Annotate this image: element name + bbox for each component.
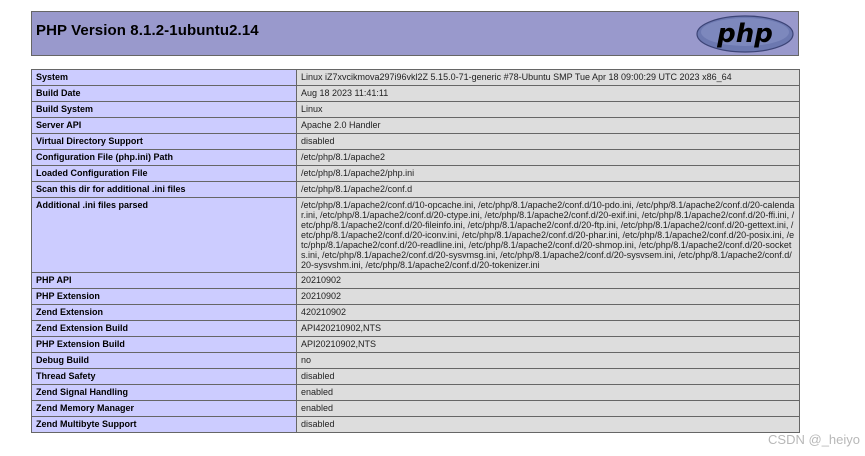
row-key: Scan this dir for additional .ini files [31, 181, 297, 198]
row-key: Configuration File (php.ini) Path [31, 149, 297, 166]
row-key: Build Date [31, 85, 297, 102]
row-value: disabled [296, 368, 800, 385]
table-row: PHP Extension Build API20210902,NTS [31, 336, 800, 353]
row-key: Additional .ini files parsed [31, 197, 297, 273]
info-table: System Linux iZ7xvcikmova297i96vkl2Z 5.15… [31, 69, 800, 433]
table-row: Additional .ini files parsed/etc/php/8.1… [31, 197, 800, 273]
row-value: API20210902,NTS [296, 336, 800, 353]
row-key: Loaded Configuration File [31, 165, 297, 182]
row-key: Zend Extension Build [31, 320, 297, 337]
row-key: Zend Multibyte Support [31, 416, 297, 433]
row-value: no [296, 352, 800, 369]
table-row: Zend Multibyte Support disabled [31, 416, 800, 433]
row-value: enabled [296, 384, 800, 401]
row-key: Zend Memory Manager [31, 400, 297, 417]
table-row: Server API Apache 2.0 Handler [31, 117, 800, 134]
row-value: Apache 2.0 Handler [296, 117, 800, 134]
row-key: Zend Extension [31, 304, 297, 321]
php-logo-text: php [716, 19, 773, 49]
table-row: PHP API 20210902 [31, 272, 800, 289]
row-key: PHP Extension Build [31, 336, 297, 353]
row-value: Linux iZ7xvcikmova297i96vkl2Z 5.15.0-71-… [296, 69, 800, 86]
row-key: Zend Signal Handling [31, 384, 297, 401]
row-key: Build System [31, 101, 297, 118]
table-row: Zend Memory Manager enabled [31, 400, 800, 417]
row-value: /etc/php/8.1/apache2/php.ini [296, 165, 800, 182]
row-value: /etc/php/8.1/apache2/conf.d [296, 181, 800, 198]
page-title: PHP Version 8.1.2-1ubuntu2.14 [36, 22, 259, 39]
table-row: Loaded Configuration File/etc/php/8.1/ap… [31, 165, 800, 182]
version-header: PHP Version 8.1.2-1ubuntu2.14 php [31, 11, 799, 56]
row-value: /etc/php/8.1/apache2/conf.d/10-opcache.i… [296, 197, 800, 273]
row-value: 20210902 [296, 288, 800, 305]
php-logo-icon[interactable]: php [696, 15, 794, 53]
table-row: System Linux iZ7xvcikmova297i96vkl2Z 5.15… [31, 69, 800, 86]
row-value: disabled [296, 416, 800, 433]
csdn-watermark: CSDN @_heiyo [768, 432, 860, 447]
row-key: Thread Safety [31, 368, 297, 385]
row-key: Server API [31, 117, 297, 134]
table-row: Zend Extension Build API420210902,NTS [31, 320, 800, 337]
info-table-body: System Linux iZ7xvcikmova297i96vkl2Z 5.15… [31, 69, 800, 433]
row-key: Virtual Directory Support [31, 133, 297, 150]
table-row: Configuration File (php.ini) Path/etc/ph… [31, 149, 800, 166]
table-row: Build Date Aug 18 2023 11:41:11 [31, 85, 800, 102]
row-value: Aug 18 2023 11:41:11 [296, 85, 800, 102]
row-value: disabled [296, 133, 800, 150]
table-row: Build System Linux [31, 101, 800, 118]
row-key: PHP Extension [31, 288, 297, 305]
row-value: 20210902 [296, 272, 800, 289]
row-value: 420210902 [296, 304, 800, 321]
row-value: Linux [296, 101, 800, 118]
table-row: Scan this dir for additional .ini files /… [31, 181, 800, 198]
table-row: Virtual Directory Support disabled [31, 133, 800, 150]
row-key: Debug Build [31, 352, 297, 369]
row-value: API420210902,NTS [296, 320, 800, 337]
table-row: Thread Safety disabled [31, 368, 800, 385]
row-value: enabled [296, 400, 800, 417]
row-value: /etc/php/8.1/apache2 [296, 149, 800, 166]
phpinfo-page: PHP Version 8.1.2-1ubuntu2.14 php System… [0, 0, 865, 456]
row-key: PHP API [31, 272, 297, 289]
table-row: Zend Signal Handling enabled [31, 384, 800, 401]
table-row: Zend Extension 420210902 [31, 304, 800, 321]
row-key: System [31, 69, 297, 86]
table-row: PHP Extension 20210902 [31, 288, 800, 305]
table-row: Debug Build no [31, 352, 800, 369]
